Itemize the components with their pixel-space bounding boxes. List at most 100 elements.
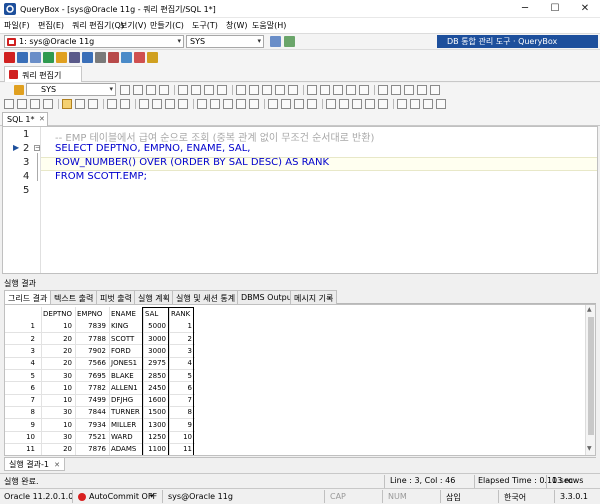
settings-icon[interactable] xyxy=(430,85,440,95)
table-icon[interactable] xyxy=(30,52,41,63)
grid-cell[interactable]: 7782 xyxy=(75,382,109,394)
row-number[interactable]: 4 xyxy=(5,357,41,369)
open-file-icon[interactable] xyxy=(17,99,27,109)
grid-cell[interactable]: DFJHG xyxy=(109,394,143,406)
uncomment-icon[interactable] xyxy=(249,85,259,95)
sort-icon[interactable] xyxy=(397,99,407,109)
menu-tools[interactable]: 도구(T) xyxy=(192,20,218,31)
tools-icon[interactable] xyxy=(134,52,145,63)
export-icon[interactable] xyxy=(121,52,132,63)
menu-file[interactable]: 파일(F) xyxy=(4,20,30,31)
abc-uppercase-icon[interactable] xyxy=(339,99,349,109)
comment-icon[interactable] xyxy=(236,85,246,95)
pivot-icon[interactable] xyxy=(436,99,446,109)
grid-cell[interactable]: 7788 xyxy=(75,333,109,345)
editor-schema-select[interactable]: SYS ▾ xyxy=(26,83,116,96)
menu-window[interactable]: 창(W) xyxy=(226,20,248,31)
schema-select[interactable]: SYS ▾ xyxy=(186,35,264,48)
row-number[interactable]: 1 xyxy=(5,320,41,332)
paste-icon[interactable] xyxy=(165,99,175,109)
save-as-icon[interactable] xyxy=(75,99,85,109)
grid-cell[interactable]: 7695 xyxy=(75,370,109,382)
sql-editor[interactable]: ▶ − 1 2 3 4 5 -- EMP 테이블에서 급여 순으로 조회 (중복… xyxy=(2,126,598,274)
autocommit-toggle[interactable]: AutoCommit OFF xyxy=(89,492,157,501)
execute-step-icon[interactable] xyxy=(133,85,143,95)
menu-help[interactable]: 도움말(H) xyxy=(252,20,286,31)
folder-icon[interactable] xyxy=(62,99,72,109)
row-number[interactable]: 7 xyxy=(5,394,41,406)
explain-plan-icon[interactable] xyxy=(159,85,169,95)
zoom-in-icon[interactable] xyxy=(268,99,278,109)
lock-icon[interactable] xyxy=(108,52,119,63)
column-header[interactable]: EMPNO xyxy=(75,308,109,320)
grid-cell[interactable]: ALLEN1 xyxy=(109,382,143,394)
connect-icon[interactable] xyxy=(270,36,281,47)
select-all-icon[interactable] xyxy=(197,99,207,109)
abc-toggle-icon[interactable] xyxy=(365,99,375,109)
scroll-up-icon[interactable]: ▲ xyxy=(587,306,592,313)
grid-cell[interactable]: TURNER xyxy=(109,406,143,418)
maximize-button[interactable]: ☐ xyxy=(540,0,570,18)
cut-icon[interactable] xyxy=(139,99,149,109)
abc-lowercase-icon[interactable] xyxy=(326,99,336,109)
tab-pivot-output[interactable]: 피벗 출력 xyxy=(96,290,136,304)
close-icon[interactable]: ✕ xyxy=(39,115,45,123)
abc-trim-icon[interactable] xyxy=(378,99,388,109)
show-whitespace-icon[interactable] xyxy=(307,99,317,109)
grid-cell[interactable]: 7902 xyxy=(75,345,109,357)
close-icon[interactable]: ✕ xyxy=(54,461,60,469)
grid-cell[interactable]: 7876 xyxy=(75,443,109,455)
grid-cell[interactable]: JONES1 xyxy=(109,357,143,369)
grid-icon[interactable] xyxy=(43,52,54,63)
tab-sql-1[interactable]: SQL 1* ✕ xyxy=(2,112,48,126)
grid-cell[interactable]: 7521 xyxy=(75,431,109,443)
zoom-out-icon[interactable] xyxy=(281,99,291,109)
grid-cell[interactable]: SCOTT xyxy=(109,333,143,345)
transpose-icon[interactable] xyxy=(423,99,433,109)
commit-icon[interactable] xyxy=(178,85,188,95)
indent-icon[interactable] xyxy=(262,85,272,95)
column-header[interactable]: ENAME xyxy=(109,308,143,320)
grid-cell[interactable]: 7844 xyxy=(75,406,109,418)
minimize-button[interactable]: ─ xyxy=(510,0,540,18)
toggle-bookmark-icon[interactable] xyxy=(249,99,259,109)
column-header[interactable]: DEPTNO xyxy=(41,308,75,320)
row-number[interactable]: 2 xyxy=(5,333,41,345)
new-file-icon[interactable] xyxy=(4,99,14,109)
goto-line-icon[interactable] xyxy=(236,99,246,109)
compare-icon[interactable] xyxy=(417,85,427,95)
menu-edit[interactable]: 편집(E) xyxy=(38,20,64,31)
replace-icon[interactable] xyxy=(359,85,369,95)
schema-icon[interactable] xyxy=(82,52,93,63)
database-explorer-icon[interactable] xyxy=(17,52,28,63)
search-icon[interactable] xyxy=(210,99,220,109)
stop-icon[interactable] xyxy=(204,85,214,95)
grid-cell[interactable]: WARD xyxy=(109,431,143,443)
grid-cell[interactable]: 10 xyxy=(41,419,75,431)
history-icon[interactable] xyxy=(307,85,317,95)
row-number[interactable]: 10 xyxy=(5,431,41,443)
snippet-icon[interactable] xyxy=(333,85,343,95)
grid-vertical-scrollbar[interactable]: ▲ ▼ xyxy=(585,305,595,455)
find-icon[interactable] xyxy=(346,85,356,95)
find-next-icon[interactable] xyxy=(223,99,233,109)
grid-cell[interactable]: 20 xyxy=(41,345,75,357)
refresh-connection-icon[interactable] xyxy=(284,36,295,47)
tab-result-set-1[interactable]: 실행 결과-1 ✕ xyxy=(4,458,65,471)
new-query-icon[interactable] xyxy=(4,52,15,63)
format-icon[interactable] xyxy=(217,85,227,95)
results-grid[interactable]: DEPTNO EMPNO ENAME SAL RANK 1 10 7839 KING 5000 1 2… xyxy=(4,304,596,456)
menu-view[interactable]: 보기(V) xyxy=(120,20,146,31)
gear-icon[interactable] xyxy=(14,85,24,95)
row-number[interactable]: 6 xyxy=(5,382,41,394)
grid-cell[interactable]: 7499 xyxy=(75,394,109,406)
grid-cell[interactable]: FORD xyxy=(109,345,143,357)
tab-text-output[interactable]: 텍스트 출력 xyxy=(50,290,98,304)
close-button[interactable]: ✕ xyxy=(570,0,600,18)
grid-cell[interactable]: 10 xyxy=(41,382,75,394)
grid-cell[interactable]: 20 xyxy=(41,443,75,455)
scroll-down-icon[interactable]: ▼ xyxy=(587,445,592,452)
row-number[interactable]: 8 xyxy=(5,406,41,418)
export-result-icon[interactable] xyxy=(378,85,388,95)
uppercase-icon[interactable] xyxy=(288,85,298,95)
